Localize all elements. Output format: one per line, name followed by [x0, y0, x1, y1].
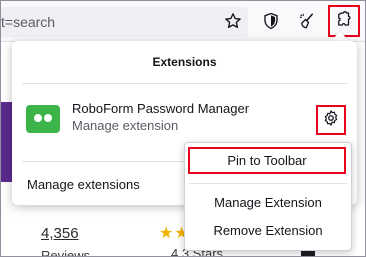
panel-title: Extensions [152, 55, 217, 69]
clean-broom-icon[interactable] [295, 9, 319, 33]
browser-toolbar: t=search [1, 1, 365, 42]
browser-window: 4,356 Reviews ★★ 4.3 Stars t=search Exte… [0, 0, 366, 257]
shield-icon[interactable] [259, 9, 283, 33]
extensions-puzzle-icon [335, 10, 353, 33]
review-count[interactable]: 4,356 [41, 225, 79, 242]
reviews-label: Reviews [41, 248, 91, 257]
manage-extension-item[interactable]: Manage Extension [185, 189, 351, 215]
address-bar-text: t=search [1, 14, 56, 30]
extension-name[interactable]: RoboForm Password Manager [72, 101, 249, 116]
panel-divider [22, 83, 347, 84]
address-bar[interactable]: t=search [1, 7, 248, 37]
manage-extensions-link[interactable]: Manage extensions [27, 177, 140, 192]
bookmark-star-icon[interactable] [221, 9, 245, 33]
remove-extension-item[interactable]: Remove Extension [185, 217, 351, 243]
extension-context-menu: Pin to Toolbar Manage Extension Remove E… [184, 142, 352, 251]
extensions-button[interactable] [328, 5, 360, 37]
extension-subtitle[interactable]: Manage extension [72, 118, 178, 133]
menu-divider [189, 183, 347, 184]
extension-settings-button[interactable] [316, 105, 346, 135]
roboform-logo-icon[interactable] [26, 105, 60, 133]
pin-to-toolbar-item[interactable]: Pin to Toolbar [188, 147, 346, 174]
gear-icon [322, 109, 340, 132]
